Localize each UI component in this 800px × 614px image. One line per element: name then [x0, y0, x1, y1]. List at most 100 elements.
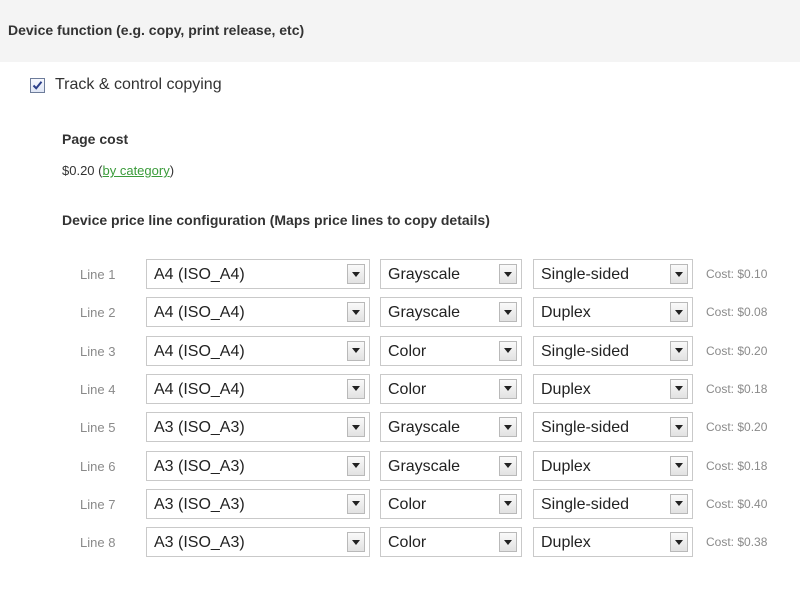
line-label: Line 8	[80, 535, 116, 551]
dropdown-arrow-button[interactable]	[670, 417, 688, 438]
color-mode-select[interactable]: Color	[380, 335, 522, 366]
paper-size-value: A3 (ISO_A3)	[154, 495, 245, 513]
sides-select[interactable]: Duplex	[533, 450, 693, 481]
price-line-row: Line 3 A4 (ISO_A4) Color Single-sided Cost: …	[0, 335, 800, 368]
paper-size-select[interactable]: A4 (ISO_A4)	[146, 297, 370, 328]
paper-size-select[interactable]: A4 (ISO_A4)	[146, 373, 370, 404]
dropdown-arrow-button[interactable]	[670, 532, 688, 553]
dropdown-arrow-button[interactable]	[499, 417, 517, 438]
color-mode-select[interactable]: Grayscale	[380, 412, 522, 443]
dropdown-arrow-button[interactable]	[347, 264, 365, 284]
sides-value: Duplex	[541, 304, 591, 322]
sides-value: Single-sided	[541, 342, 630, 360]
dropdown-arrow-button[interactable]	[499, 302, 517, 323]
color-mode-select[interactable]: Grayscale	[380, 450, 522, 481]
track-copying-label: Track & control copying	[55, 76, 222, 93]
paper-size-select[interactable]: A3 (ISO_A3)	[146, 488, 370, 519]
chevron-down-icon	[504, 539, 512, 545]
chevron-down-icon	[504, 386, 512, 392]
paper-size-value: A3 (ISO_A3)	[154, 419, 245, 437]
color-mode-value: Color	[388, 342, 427, 360]
chevron-down-icon	[504, 501, 512, 507]
chevron-down-icon	[352, 539, 360, 545]
chevron-down-icon	[675, 424, 683, 430]
dropdown-arrow-button[interactable]	[670, 455, 688, 476]
paper-size-value: A4 (ISO_A4)	[154, 266, 245, 283]
line-cost: Cost: $0.20	[706, 343, 768, 358]
dropdown-arrow-button[interactable]	[499, 264, 517, 284]
sides-select[interactable]: Single-sided	[533, 488, 693, 519]
dropdown-arrow-button[interactable]	[347, 417, 365, 438]
sides-select[interactable]: Single-sided	[533, 335, 693, 366]
line-label: Line 6	[80, 458, 116, 474]
chevron-down-icon	[352, 424, 360, 430]
chevron-down-icon	[675, 539, 683, 545]
sides-select[interactable]: Duplex	[533, 527, 693, 558]
dropdown-arrow-button[interactable]	[670, 493, 688, 514]
price-line-row: Line 1 A4 (ISO_A4) Grayscale Single-sided Co…	[0, 259, 800, 291]
paper-size-select[interactable]: A4 (ISO_A4)	[146, 335, 370, 366]
chevron-down-icon	[675, 501, 683, 507]
chevron-down-icon	[504, 424, 512, 430]
sides-select[interactable]: Duplex	[533, 297, 693, 328]
page-cost-title: Page cost	[62, 131, 129, 147]
paper-size-select[interactable]: A3 (ISO_A3)	[146, 450, 370, 481]
color-mode-select[interactable]: Color	[380, 527, 522, 558]
dropdown-arrow-button[interactable]	[499, 493, 517, 514]
dropdown-arrow-button[interactable]	[499, 340, 517, 361]
chevron-down-icon	[675, 463, 683, 468]
track-copying-row[interactable]: Track & control copying	[30, 74, 222, 96]
price-line-config-title: Device price line configuration (Maps pr…	[62, 212, 490, 228]
line-cost: Cost: $0.08	[706, 305, 768, 320]
color-mode-select[interactable]: Color	[380, 488, 522, 519]
paper-size-select[interactable]: A3 (ISO_A3)	[146, 527, 370, 558]
color-mode-select[interactable]: Grayscale	[380, 259, 522, 289]
dropdown-arrow-button[interactable]	[347, 340, 365, 361]
line-cost: Cost: $0.10	[706, 267, 768, 281]
color-mode-value: Color	[388, 380, 427, 398]
price-line-row: Line 6 A3 (ISO_A3) Grayscale Duplex Cost: $0…	[0, 450, 800, 483]
dropdown-arrow-button[interactable]	[670, 302, 688, 323]
dropdown-arrow-button[interactable]	[347, 378, 365, 399]
line-cost: Cost: $0.40	[706, 496, 768, 511]
dropdown-arrow-button[interactable]	[347, 455, 365, 476]
sides-select[interactable]: Duplex	[533, 373, 693, 404]
sides-value: Duplex	[541, 534, 591, 552]
price-line-row: Line 5 A3 (ISO_A3) Grayscale Single-sided Co…	[0, 412, 800, 444]
dropdown-arrow-button[interactable]	[499, 378, 517, 399]
line-label: Line 7	[80, 496, 116, 512]
chevron-down-icon	[352, 386, 360, 392]
paper-size-select[interactable]: A4 (ISO_A4)	[146, 259, 370, 289]
line-cost: Cost: $0.18	[706, 458, 768, 473]
paper-size-value: A4 (ISO_A4)	[154, 342, 245, 360]
paper-size-select[interactable]: A3 (ISO_A3)	[146, 412, 370, 443]
paper-size-value: A3 (ISO_A3)	[154, 457, 245, 475]
sides-value: Single-sided	[541, 266, 630, 283]
line-label: Line 4	[80, 381, 116, 397]
paper-size-value: A3 (ISO_A3)	[154, 534, 245, 552]
chevron-down-icon	[504, 271, 512, 277]
chevron-down-icon	[352, 463, 360, 468]
checkmark-icon	[32, 80, 43, 90]
dropdown-arrow-button[interactable]	[499, 532, 517, 553]
by-category-link[interactable]: by category	[103, 163, 170, 178]
chevron-down-icon	[504, 309, 512, 315]
dropdown-arrow-button[interactable]	[347, 532, 365, 553]
dropdown-arrow-button[interactable]	[347, 493, 365, 514]
chevron-down-icon	[504, 463, 512, 468]
dropdown-arrow-button[interactable]	[670, 378, 688, 399]
dropdown-arrow-button[interactable]	[670, 264, 688, 284]
dropdown-arrow-button[interactable]	[670, 340, 688, 361]
line-label: Line 3	[80, 343, 116, 359]
page-cost-line: $0.20 (by category)	[62, 163, 175, 178]
sides-select[interactable]: Single-sided	[533, 259, 693, 289]
sides-select[interactable]: Single-sided	[533, 412, 693, 443]
dropdown-arrow-button[interactable]	[499, 455, 517, 476]
track-copying-checkbox[interactable]	[30, 77, 45, 93]
color-mode-select[interactable]: Color	[380, 373, 522, 404]
color-mode-value: Grayscale	[388, 266, 461, 283]
chevron-down-icon	[675, 309, 683, 315]
chevron-down-icon	[675, 271, 683, 277]
color-mode-select[interactable]: Grayscale	[380, 297, 522, 328]
dropdown-arrow-button[interactable]	[347, 302, 365, 323]
